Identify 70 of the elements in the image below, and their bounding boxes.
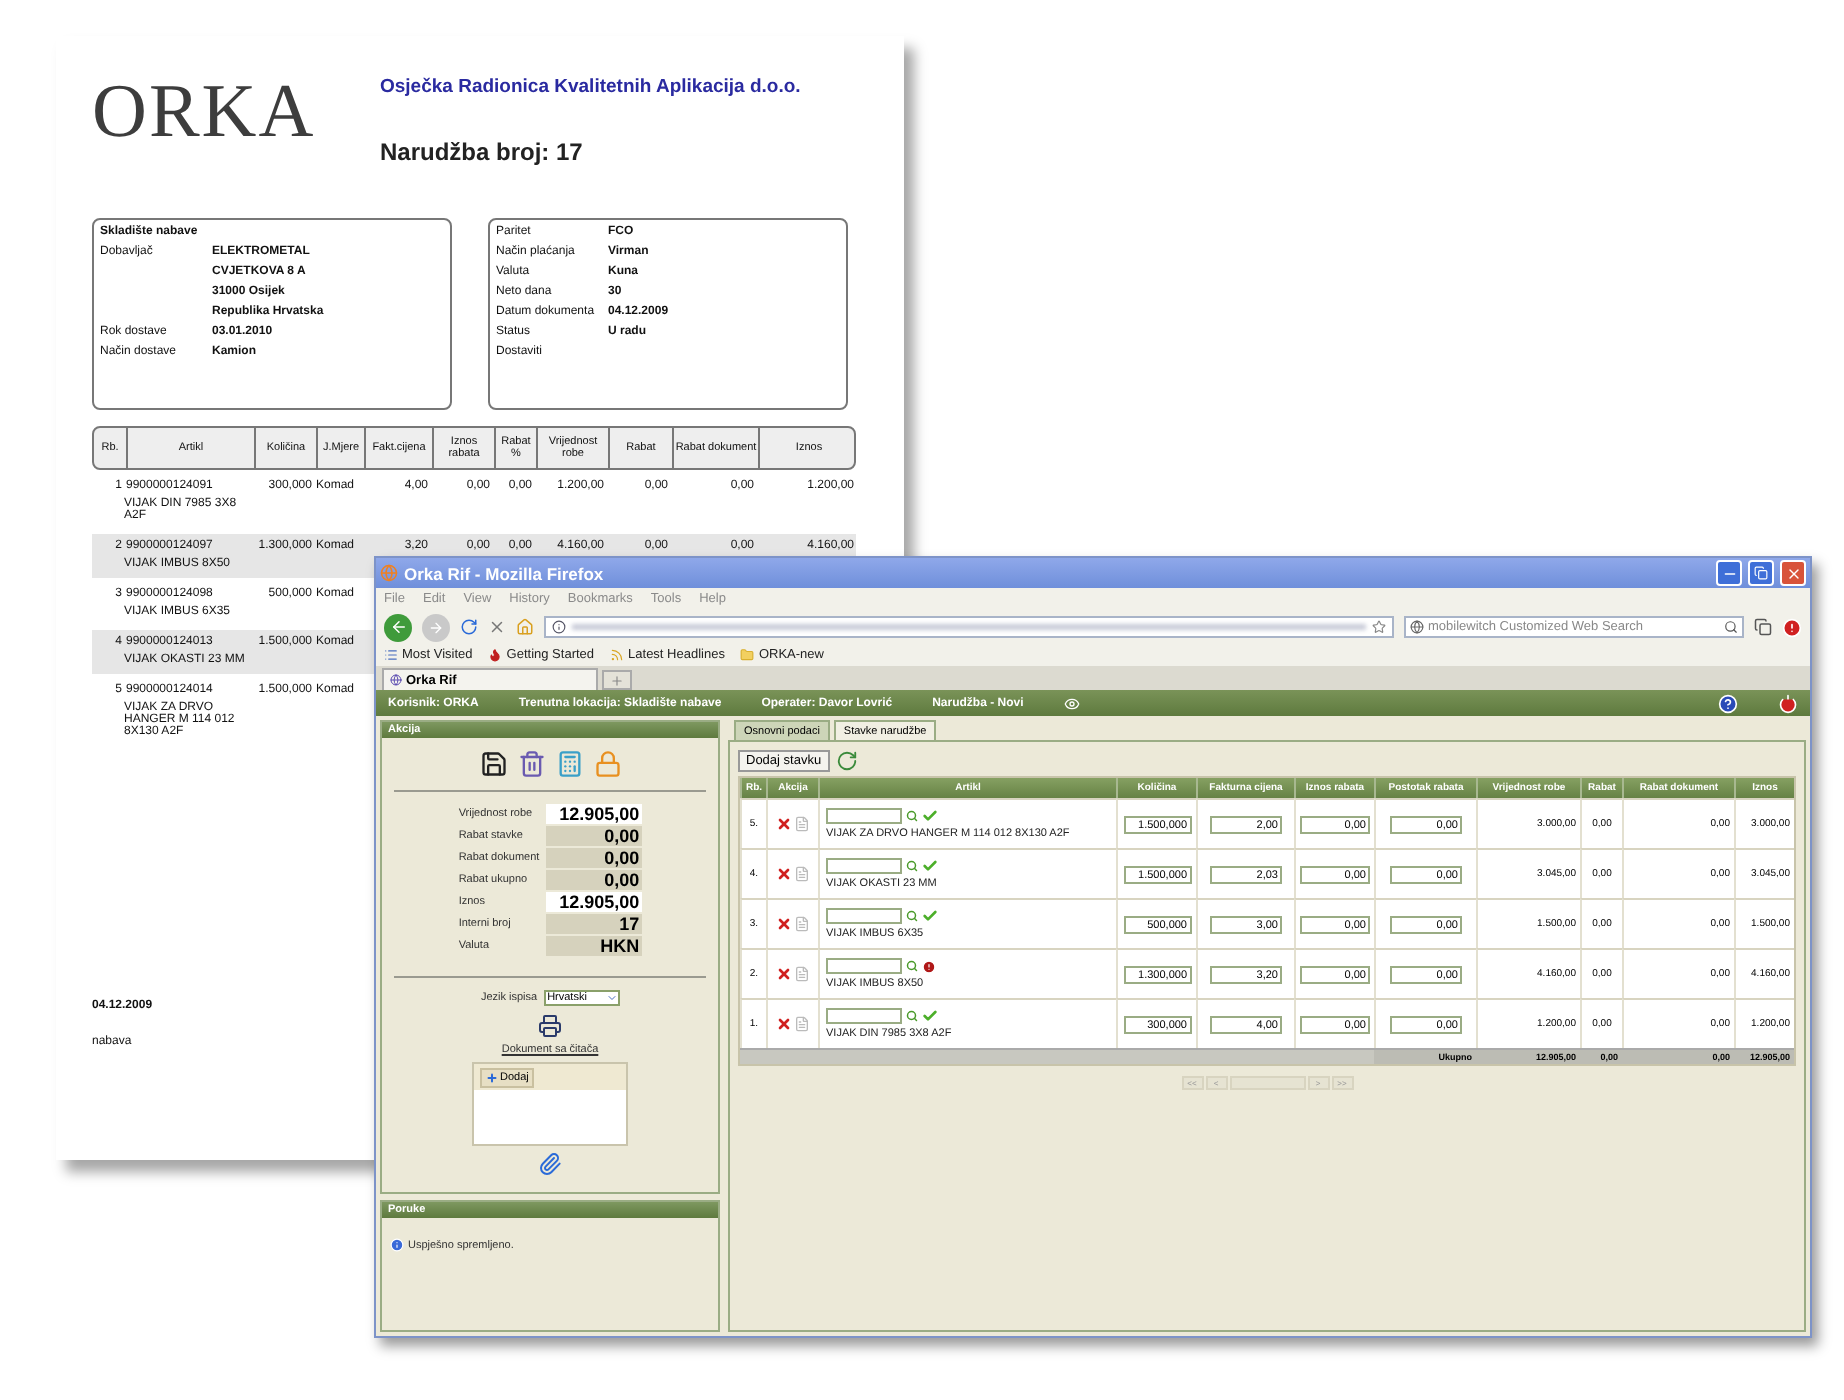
summary-value: 0,00 bbox=[545, 870, 642, 890]
check-icon bbox=[922, 858, 938, 874]
caret-icon bbox=[605, 992, 618, 1004]
help-icon[interactable] bbox=[1718, 693, 1738, 713]
close-icon bbox=[1785, 565, 1801, 581]
back-button[interactable] bbox=[384, 613, 412, 641]
code-input[interactable] bbox=[826, 958, 902, 974]
tab-icon bbox=[390, 674, 402, 686]
check-icon bbox=[922, 1008, 938, 1024]
code-input[interactable] bbox=[826, 808, 902, 824]
reload-button[interactable] bbox=[460, 618, 478, 636]
refresh-icon[interactable] bbox=[835, 750, 858, 772]
search-icon[interactable] bbox=[906, 960, 918, 972]
eye-icon[interactable] bbox=[1063, 695, 1080, 711]
forward-arrow-icon bbox=[428, 619, 444, 635]
restore-icon bbox=[1754, 566, 1768, 580]
search-icon[interactable] bbox=[906, 810, 918, 822]
summary-value: 17 bbox=[545, 914, 642, 934]
delete-icon[interactable] bbox=[776, 966, 792, 982]
minimize-button[interactable] bbox=[1716, 560, 1742, 586]
code-input[interactable] bbox=[826, 908, 902, 924]
printer-icon[interactable] bbox=[538, 1014, 562, 1038]
plus-icon bbox=[610, 673, 624, 687]
delete-icon[interactable] bbox=[776, 1016, 792, 1032]
search-icon[interactable] bbox=[906, 910, 918, 922]
summary-value: HKN bbox=[545, 936, 642, 956]
code-input[interactable] bbox=[826, 1008, 902, 1024]
check-icon bbox=[922, 908, 938, 924]
summary-value: 0,00 bbox=[545, 826, 642, 846]
delete-icon[interactable] bbox=[776, 816, 792, 832]
save-icon[interactable] bbox=[479, 750, 507, 778]
list-icon bbox=[384, 648, 398, 662]
feed-icon bbox=[610, 648, 625, 662]
paperclip-icon[interactable] bbox=[538, 1152, 562, 1176]
window-title: Orka Rif - Mozilla Firefox bbox=[404, 563, 606, 583]
new-tab-button[interactable] bbox=[602, 670, 632, 690]
company-name: Osječka Radionica Kvalitetnih Aplikacija d.o.o. bbox=[380, 76, 801, 98]
info-icon bbox=[390, 1238, 404, 1252]
search-engine-icon bbox=[1410, 620, 1424, 634]
star-icon bbox=[1372, 620, 1386, 634]
logo: ORKA bbox=[92, 72, 318, 158]
code-input[interactable] bbox=[826, 858, 902, 874]
delete-icon[interactable] bbox=[776, 916, 792, 932]
folder-icon bbox=[740, 648, 755, 662]
search-icon[interactable] bbox=[906, 860, 918, 872]
trash-icon[interactable] bbox=[517, 750, 545, 778]
search-icon[interactable] bbox=[906, 1010, 918, 1022]
exclamation-icon bbox=[922, 959, 936, 973]
lock-icon[interactable] bbox=[593, 750, 621, 778]
check-icon bbox=[922, 808, 938, 824]
site-info-icon bbox=[552, 620, 566, 634]
close-button[interactable] bbox=[1780, 560, 1806, 586]
power-icon[interactable] bbox=[1778, 693, 1798, 713]
summary-value: 12.905,00 bbox=[545, 804, 642, 824]
home-button[interactable] bbox=[516, 618, 534, 636]
maximize-button[interactable] bbox=[1748, 560, 1774, 586]
back-arrow-icon bbox=[389, 618, 407, 636]
document-title: Narudžba broj: 17 bbox=[380, 138, 585, 166]
flame-icon bbox=[488, 648, 503, 662]
page-field[interactable] bbox=[1229, 1076, 1305, 1090]
calculator-icon[interactable] bbox=[555, 750, 583, 778]
plus-icon bbox=[486, 1071, 498, 1083]
address-bar[interactable] bbox=[544, 616, 1394, 638]
delete-icon[interactable] bbox=[776, 866, 792, 882]
summary-value: 0,00 bbox=[545, 848, 642, 868]
browser-logo-icon bbox=[380, 564, 398, 582]
search-icon bbox=[1724, 620, 1738, 634]
stop-button[interactable] bbox=[488, 618, 506, 636]
summary-value: 12.905,00 bbox=[545, 892, 642, 912]
toolbar-button[interactable] bbox=[1754, 618, 1772, 636]
